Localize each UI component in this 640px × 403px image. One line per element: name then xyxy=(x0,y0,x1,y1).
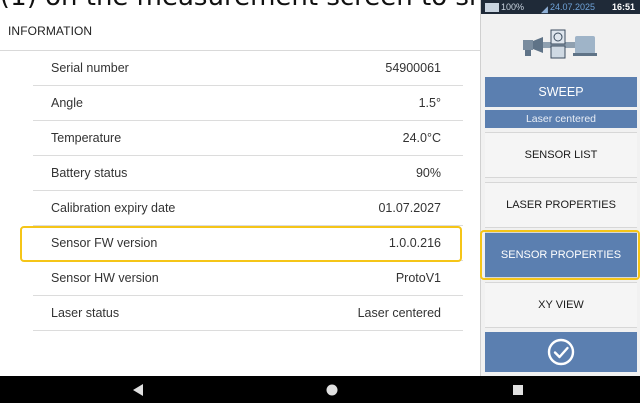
info-value: 54900061 xyxy=(385,61,441,75)
info-row-temperature: Temperature 24.0°C xyxy=(33,121,463,156)
info-value: 01.07.2027 xyxy=(378,201,441,215)
sensor-properties-highlight-frame xyxy=(480,230,640,280)
info-value: 90% xyxy=(415,166,441,180)
laser-status-indicator: Laser centered xyxy=(485,110,637,128)
info-label: Laser status xyxy=(51,306,120,320)
confirm-button[interactable] xyxy=(485,332,637,372)
back-triangle-icon[interactable] xyxy=(130,383,146,397)
info-label: Temperature xyxy=(51,131,122,145)
info-value: ProtoV1 xyxy=(395,271,441,285)
status-time: 16:51 xyxy=(611,2,635,12)
sensor-list-button[interactable]: SENSOR LIST xyxy=(485,132,637,178)
info-label: Serial number xyxy=(51,61,129,75)
battery-level: 100% xyxy=(501,2,525,12)
laser-properties-button[interactable]: LASER PROPERTIES xyxy=(485,182,637,228)
xy-view-button[interactable]: XY VIEW xyxy=(485,282,637,328)
info-label: Calibration expiry date xyxy=(51,201,176,215)
checkmark-circle-icon xyxy=(547,338,575,366)
status-date: 24.07.2025 xyxy=(550,2,596,12)
info-row-laser-status: Laser status Laser centered xyxy=(33,296,463,331)
recent-square-icon[interactable] xyxy=(510,383,526,397)
info-value: Laser centered xyxy=(357,306,441,320)
info-row-angle: Angle 1.5° xyxy=(33,86,463,121)
info-label: Battery status xyxy=(51,166,128,180)
fw-version-highlight-frame xyxy=(20,226,462,262)
information-title: INFORMATION xyxy=(8,24,93,38)
info-label: Sensor HW version xyxy=(51,271,159,285)
info-value: 1.5° xyxy=(418,96,441,110)
home-circle-icon[interactable] xyxy=(324,383,340,397)
caption-text: (1) on the measurement screen to show se… xyxy=(0,0,480,8)
info-row-calibration-expiry: Calibration expiry date 01.07.2027 xyxy=(33,191,463,226)
info-value: 24.0°C xyxy=(402,131,441,145)
information-table: Serial number 54900061 Angle 1.5° Temper… xyxy=(33,51,463,331)
machine-train-icon[interactable] xyxy=(481,14,640,74)
android-navigation-bar xyxy=(0,376,640,403)
battery-icon xyxy=(485,3,499,12)
information-panel: INFORMATION Serial number 54900061 Angle… xyxy=(0,10,480,376)
device-status-bar: 100% ◢ 24.07.2025 16:51 xyxy=(481,0,640,14)
right-sidebar: 100% ◢ 24.07.2025 16:51 SWEEP Laser cent… xyxy=(480,0,640,376)
sweep-button[interactable]: SWEEP xyxy=(485,77,637,107)
info-row-serial-number: Serial number 54900061 xyxy=(33,51,463,86)
info-label: Angle xyxy=(51,96,83,110)
info-row-sensor-hw-version: Sensor HW version ProtoV1 xyxy=(33,261,463,296)
info-row-battery-status: Battery status 90% xyxy=(33,156,463,191)
machine-train-icon xyxy=(523,29,597,59)
